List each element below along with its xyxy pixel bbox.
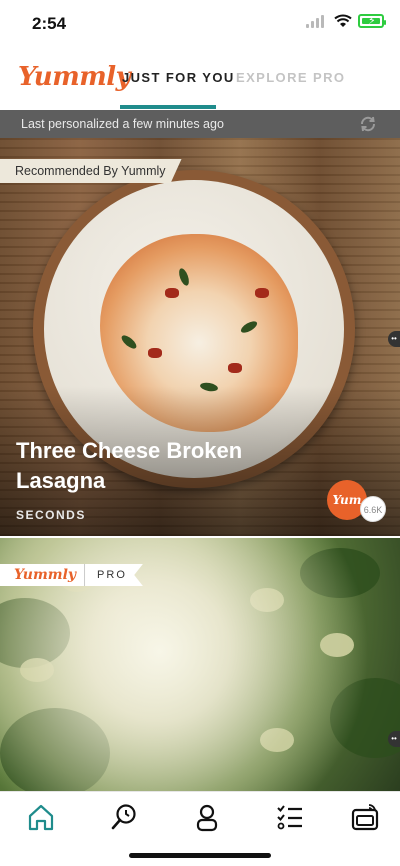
tab-pro[interactable]: PRO	[313, 70, 345, 85]
recipe-title[interactable]: Three Cheese Broken Lasagna	[16, 436, 276, 496]
oven-icon[interactable]	[350, 802, 380, 832]
pro-badge-label: PRO	[85, 564, 143, 586]
recommended-badge: Recommended By Yummly	[0, 159, 182, 183]
status-time: 2:54	[32, 14, 67, 33]
more-options-icon[interactable]: ••	[388, 331, 400, 347]
yummly-logo: Yummly	[18, 62, 131, 92]
personalized-bar: Last personalized a few minutes ago	[0, 110, 400, 138]
search-icon[interactable]	[109, 802, 139, 832]
pro-badge: Yummly PRO	[0, 564, 143, 586]
more-options-icon[interactable]: ••	[388, 731, 400, 747]
recipe-card[interactable]: Recommended By Yummly Three Cheese Broke…	[0, 138, 400, 536]
tab-just-for-you[interactable]: JUST FOR YOU	[122, 70, 235, 85]
signal-icon	[306, 14, 328, 28]
home-indicator	[129, 853, 271, 858]
wifi-icon	[334, 14, 352, 27]
profile-icon[interactable]	[192, 802, 222, 832]
refresh-icon[interactable]	[358, 114, 378, 134]
battery-icon: ⚡	[358, 14, 386, 28]
home-icon[interactable]	[26, 802, 56, 832]
recipe-source[interactable]: SECONDS	[16, 508, 86, 522]
status-icons: ⚡	[306, 14, 386, 28]
app-header: Yummly JUST FOR YOU EXPLORE PRO	[0, 48, 400, 110]
status-bar: 2:54 ⚡	[0, 0, 400, 48]
personalized-text: Last personalized a few minutes ago	[21, 117, 224, 131]
tab-explore[interactable]: EXPLORE	[236, 70, 308, 85]
recipe-card-pro[interactable]: Yummly PRO ••	[0, 538, 400, 791]
pro-badge-logo: Yummly	[0, 564, 85, 586]
checklist-icon[interactable]	[275, 802, 305, 832]
yum-count: 6.6K	[360, 496, 386, 522]
active-tab-indicator	[120, 105, 216, 109]
